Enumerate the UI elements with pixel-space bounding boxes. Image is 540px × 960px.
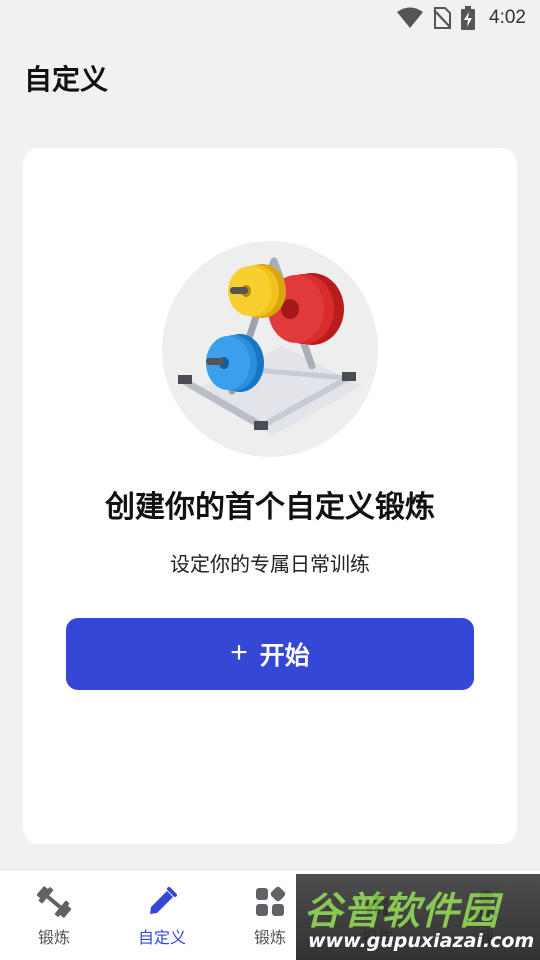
pencil-icon <box>146 884 178 920</box>
nav-label: 自定义 <box>137 928 186 947</box>
plus-icon: + <box>230 635 248 669</box>
status-bar: 4:02 <box>0 0 540 36</box>
wifi-icon <box>397 7 424 29</box>
empty-state-subline: 设定你的专属日常训练 <box>170 552 370 576</box>
nav-label: 锻炼 <box>253 928 286 947</box>
watermark-name: 谷普软件园 <box>304 889 500 933</box>
nav-label: 锻炼 <box>37 928 70 947</box>
start-button[interactable]: + 开始 <box>66 618 474 690</box>
battery-charging-icon <box>461 6 476 30</box>
nav-item-custom[interactable]: 自定义 <box>108 870 216 960</box>
no-sim-icon <box>433 7 452 29</box>
watermark-url: www.gupuxiazai.com <box>308 930 535 952</box>
dumbbell-icon <box>35 884 73 920</box>
start-button-label: 开始 <box>259 642 310 670</box>
watermark-logo: 谷普软件园 www.gupuxiazai.com <box>296 874 540 960</box>
page-title: 自定义 <box>24 63 109 96</box>
grid-icon <box>254 884 286 920</box>
weight-plate-rack-illustration <box>162 241 378 457</box>
nav-item-workout[interactable]: 锻炼 <box>0 870 108 960</box>
empty-state-card: 创建你的首个自定义锻炼 设定你的专属日常训练 + 开始 <box>23 148 517 844</box>
empty-state-headline: 创建你的首个自定义锻炼 <box>105 490 435 525</box>
status-time: 4:02 <box>489 7 526 28</box>
